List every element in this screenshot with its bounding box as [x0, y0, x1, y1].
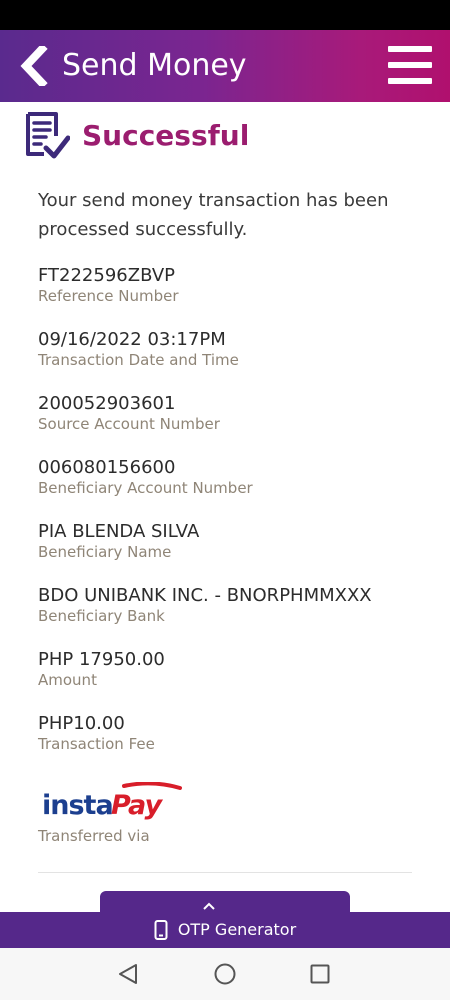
- detail-source-account: 200052903601 Source Account Number: [38, 393, 438, 434]
- status-bar: [0, 0, 450, 30]
- detail-label: Source Account Number: [38, 415, 220, 433]
- chevron-left-icon: [20, 43, 48, 89]
- detail-amount: PHP 17950.00 Amount: [38, 649, 438, 690]
- page-title: Send Money: [62, 48, 247, 83]
- triangle-back-icon[interactable]: [117, 963, 139, 985]
- detail-value: 09/16/2022 03:17PM: [38, 329, 226, 350]
- square-recents-icon[interactable]: [310, 964, 330, 984]
- success-message: Your send money transaction has been pro…: [38, 190, 389, 240]
- otp-generator-button[interactable]: OTP Generator: [0, 912, 450, 948]
- detail-value: PHP 17950.00: [38, 649, 165, 670]
- detail-label: Reference Number: [38, 287, 179, 305]
- back-button[interactable]: [20, 43, 56, 89]
- instapay-logo: insta Pay: [42, 782, 182, 821]
- chevron-up-icon: [203, 902, 215, 910]
- svg-text:Pay: Pay: [111, 790, 163, 821]
- hamburger-menu-icon: [388, 46, 432, 52]
- detail-label: Transaction Fee: [38, 735, 155, 753]
- detail-value: FT222596ZBVP: [38, 265, 176, 286]
- divider: [38, 872, 412, 873]
- menu-button[interactable]: [388, 46, 432, 84]
- transferred-via-label: Transferred via: [38, 827, 150, 845]
- document-check-icon: [26, 112, 70, 159]
- detail-label: Beneficiary Bank: [38, 607, 165, 625]
- circle-home-icon[interactable]: [214, 963, 236, 985]
- otp-generator-label: OTP Generator: [177, 920, 297, 939]
- detail-value: BDO UNIBANK INC. - BNORPHMMXXX: [38, 585, 372, 606]
- detail-beneficiary-bank: BDO UNIBANK INC. - BNORPHMMXXX Beneficia…: [38, 585, 438, 626]
- success-header: Successful: [24, 110, 249, 162]
- detail-label: Amount: [38, 671, 97, 689]
- detail-value: PIA BLENDA SILVA: [38, 521, 200, 542]
- detail-value: 200052903601: [38, 393, 176, 414]
- detail-label: Beneficiary Account Number: [38, 479, 253, 497]
- detail-label: Beneficiary Name: [38, 543, 172, 561]
- phone-icon: [154, 920, 168, 940]
- detail-value: 006080156600: [38, 457, 176, 478]
- svg-text:insta: insta: [42, 790, 113, 821]
- detail-beneficiary-name: PIA BLENDA SILVA Beneficiary Name: [38, 521, 438, 562]
- detail-transaction-fee: PHP10.00 Transaction Fee: [38, 713, 438, 754]
- success-title: Successful: [82, 119, 250, 152]
- detail-reference-number: FT222596ZBVP Reference Number: [38, 265, 438, 306]
- detail-beneficiary-account: 006080156600 Beneficiary Account Number: [38, 457, 438, 498]
- app-bar: Send Money: [0, 30, 450, 102]
- detail-label: Transaction Date and Time: [38, 351, 239, 369]
- detail-value: PHP10.00: [38, 713, 125, 734]
- detail-transaction-date: 09/16/2022 03:17PM Transaction Date and …: [38, 329, 438, 370]
